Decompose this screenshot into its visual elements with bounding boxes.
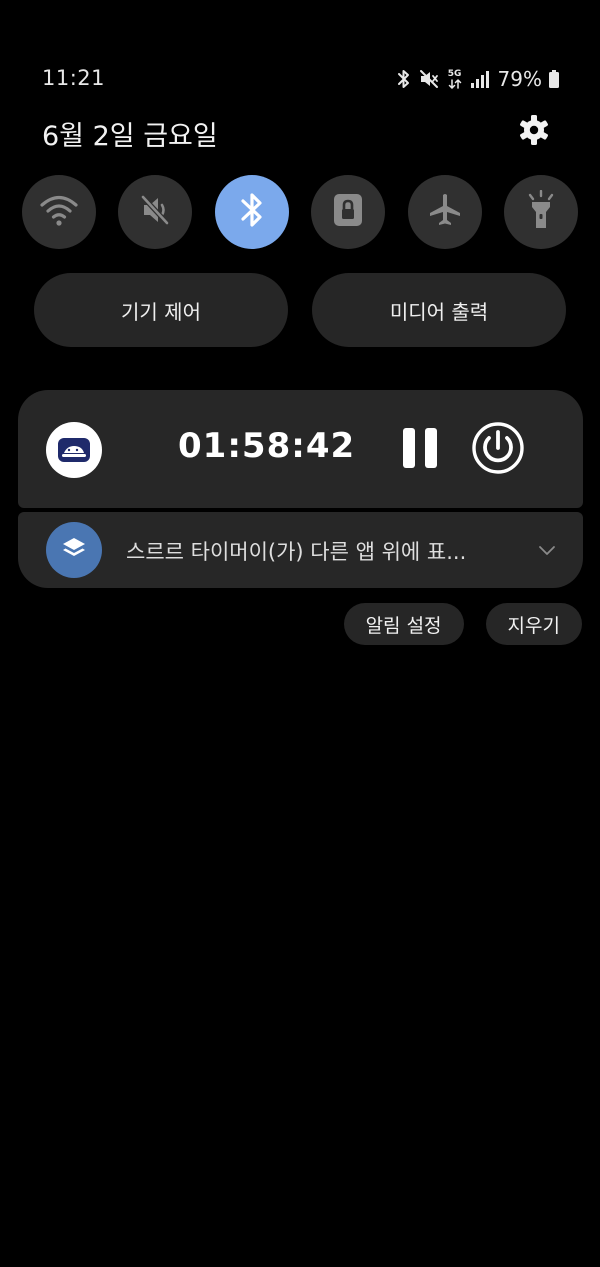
gear-icon <box>518 114 550 150</box>
chevron-down-icon <box>538 541 556 560</box>
date-header: 6월 2일 금요일 <box>0 112 600 152</box>
layers-icon <box>61 536 87 564</box>
mute-icon <box>418 68 440 90</box>
sound-toggle[interactable] <box>118 175 193 249</box>
quick-toggles <box>22 175 578 249</box>
flashlight-toggle[interactable] <box>503 175 578 249</box>
screen-lock-icon <box>331 191 365 233</box>
status-time: 11:21 <box>42 66 106 90</box>
wifi-toggle[interactable] <box>22 175 96 249</box>
bluetooth-toggle[interactable] <box>214 175 289 249</box>
battery-percent: 79% <box>497 67 542 91</box>
airplane-toggle[interactable] <box>407 175 482 249</box>
timer-time: 01:58:42 <box>178 426 356 466</box>
pause-icon <box>401 426 439 474</box>
panel-buttons: 기기 제어 미디어 출력 <box>34 273 566 347</box>
notification-actions: 알림 설정 지우기 <box>343 603 582 645</box>
flashlight-icon <box>524 189 558 234</box>
timer-app-icon <box>46 422 102 478</box>
battery-icon <box>548 69 560 89</box>
network-5g-icon: 5G <box>446 67 464 91</box>
notification-settings-button[interactable]: 알림 설정 <box>343 603 464 645</box>
power-button[interactable] <box>470 422 526 478</box>
power-icon <box>471 421 525 479</box>
screen-lock-toggle[interactable] <box>311 175 386 249</box>
expand-button[interactable] <box>533 536 561 564</box>
overlay-app-icon <box>46 522 102 578</box>
overlay-text: 스르르 타이머이(가) 다른 앱 위에 표... <box>126 540 467 564</box>
timer-notification[interactable]: 01:58:42 <box>18 390 583 508</box>
device-control-button[interactable]: 기기 제어 <box>34 273 288 347</box>
network-label: 5G <box>447 68 462 79</box>
airplane-icon <box>427 192 463 232</box>
wifi-icon <box>39 193 79 231</box>
status-icons: 5G 79% <box>396 64 560 94</box>
status-bar: 11:21 5G 79% <box>0 62 600 96</box>
overlay-notification[interactable]: 스르르 타이머이(가) 다른 앱 위에 표... <box>18 512 583 588</box>
media-output-button[interactable]: 미디어 출력 <box>312 273 566 347</box>
clear-button[interactable]: 지우기 <box>485 603 582 645</box>
signal-icon <box>470 69 490 89</box>
settings-button[interactable] <box>516 114 552 150</box>
date-text: 6월 2일 금요일 <box>42 121 218 152</box>
sound-mute-icon <box>137 192 173 232</box>
bluetooth-icon <box>237 190 267 234</box>
bluetooth-icon <box>396 68 412 90</box>
pause-button[interactable] <box>398 426 442 474</box>
